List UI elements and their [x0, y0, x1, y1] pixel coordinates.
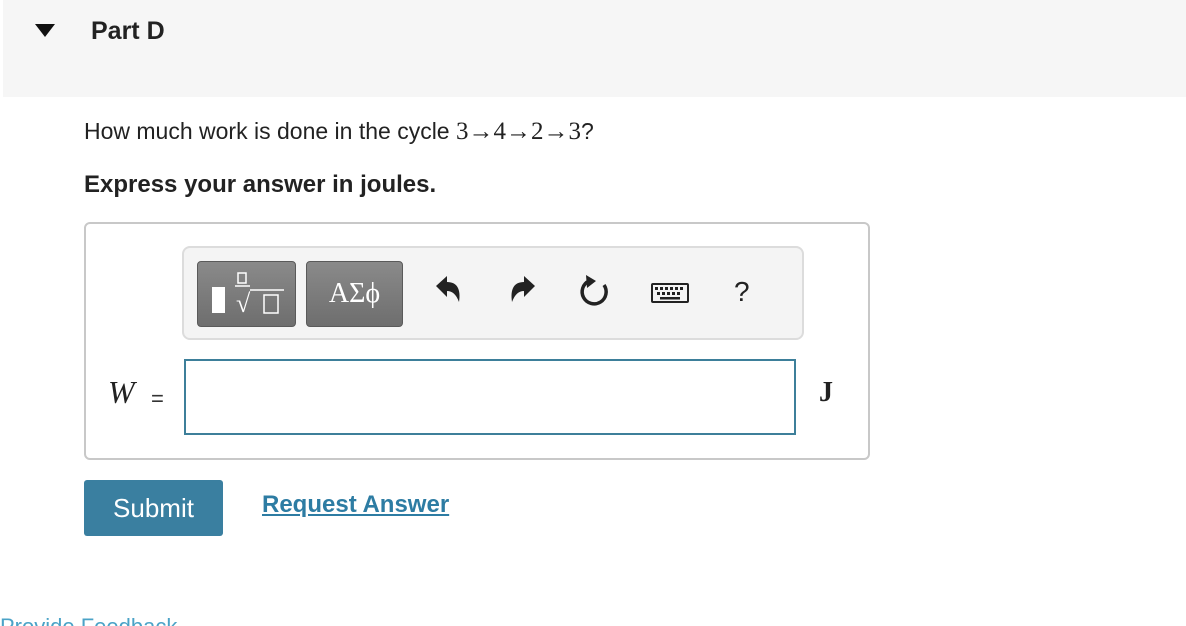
redo-icon[interactable]	[506, 272, 540, 312]
submit-button[interactable]: Submit	[84, 480, 223, 536]
answer-instruction: Express your answer in joules.	[84, 171, 437, 198]
part-header: Part D	[3, 0, 1186, 97]
answer-variable: W	[108, 374, 135, 410]
unit-label: J	[819, 377, 833, 408]
provide-feedback-label: Provide Feedback	[0, 614, 240, 626]
reset-icon[interactable]	[577, 272, 613, 312]
keyboard-icon[interactable]	[650, 272, 690, 312]
templates-icon: √	[212, 272, 284, 318]
help-button[interactable]: ?	[734, 276, 750, 308]
answer-input[interactable]	[184, 359, 796, 435]
question-suffix: ?	[581, 118, 594, 144]
greek-symbols-label: ΑΣϕ	[328, 278, 381, 309]
templates-button[interactable]: √	[197, 261, 296, 327]
part-title: Part D	[91, 17, 165, 45]
answer-box: √ ΑΣϕ ? W = J	[84, 222, 870, 460]
equals-sign: =	[151, 386, 164, 411]
math-toolbar: √ ΑΣϕ ?	[182, 246, 804, 340]
undo-icon[interactable]	[431, 272, 465, 312]
collapse-caret-icon[interactable]	[35, 24, 55, 37]
request-answer-link[interactable]: Request Answer	[262, 491, 449, 519]
svg-text:√: √	[236, 289, 251, 318]
question-text: How much work is done in the cycle 3→4→2…	[84, 118, 594, 146]
question-prefix: How much work is done in the cycle	[84, 118, 456, 144]
provide-feedback-link[interactable]: Provide Feedback	[0, 614, 240, 626]
greek-symbols-button[interactable]: ΑΣϕ	[306, 261, 403, 327]
question-math: 3→4→2→3	[456, 118, 581, 145]
